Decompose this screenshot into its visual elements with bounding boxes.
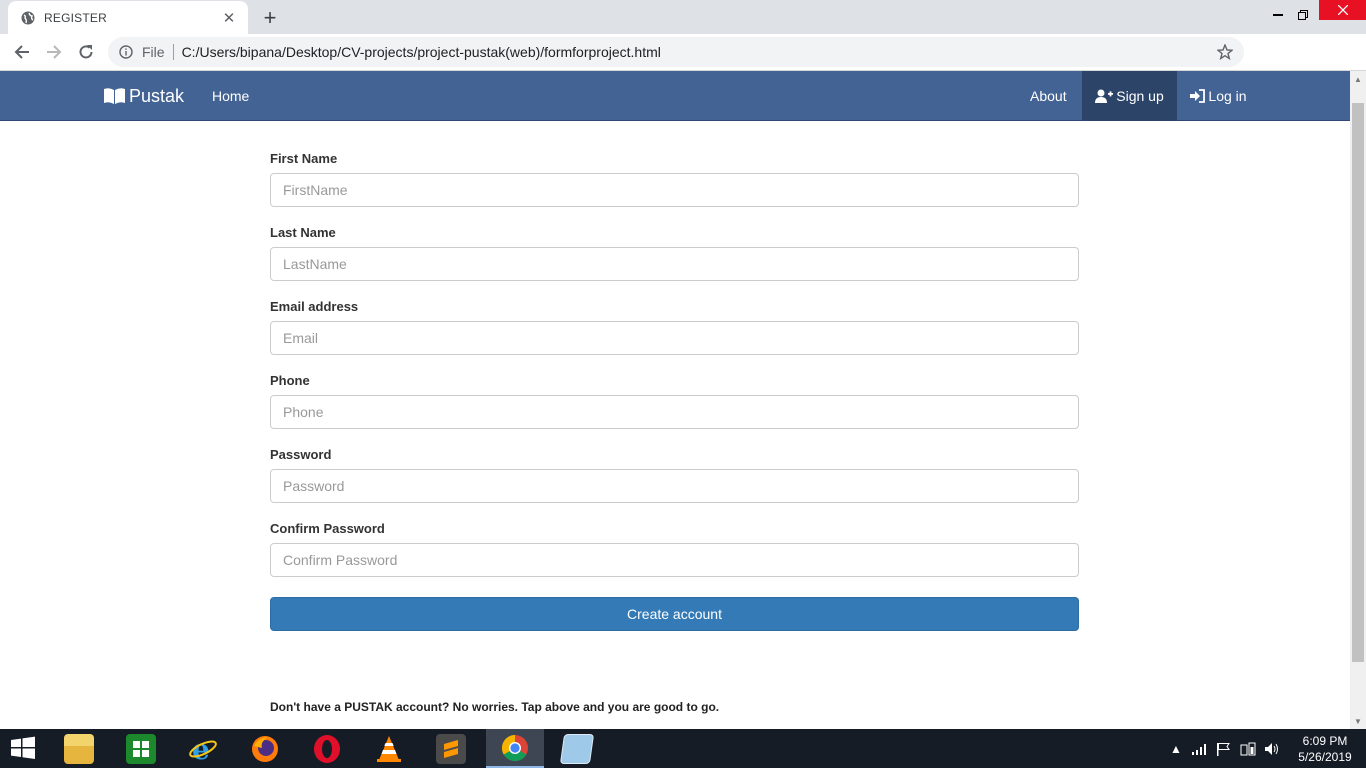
- address-separator: [172, 44, 174, 60]
- window-close-icon[interactable]: [1319, 0, 1366, 20]
- address-url[interactable]: C:/Users/bipana/Desktop/CV-projects/proj…: [182, 44, 661, 60]
- close-tab-icon[interactable]: ✕: [220, 9, 238, 27]
- sublime-text-icon[interactable]: [422, 729, 480, 768]
- page-viewport: Pustak Home About Sign up Log in First N…: [0, 71, 1350, 729]
- scroll-thumb[interactable]: [1352, 103, 1364, 662]
- browser-tab-strip: REGISTER ✕ +: [0, 0, 1366, 34]
- nav-login[interactable]: Log in: [1177, 71, 1260, 121]
- firefox-icon[interactable]: [236, 729, 294, 768]
- globe-icon: [20, 10, 36, 26]
- internet-explorer-icon[interactable]: e: [174, 729, 232, 768]
- confirm-password-label: Confirm Password: [270, 521, 385, 536]
- file-explorer-icon[interactable]: [50, 729, 108, 768]
- brand-name: Pustak: [129, 85, 185, 106]
- first-name-input[interactable]: [270, 173, 1079, 207]
- brand-link[interactable]: Pustak: [104, 71, 184, 121]
- last-name-input[interactable]: [270, 247, 1079, 281]
- password-label: Password: [270, 447, 332, 462]
- show-hidden-icons-icon[interactable]: ▲: [1170, 729, 1182, 768]
- network-signal-icon[interactable]: [1192, 729, 1208, 768]
- battery-icon[interactable]: [1240, 729, 1256, 768]
- confirm-password-group: Confirm Password: [270, 519, 1079, 593]
- site-navbar: Pustak Home About Sign up Log in: [0, 71, 1350, 121]
- volume-icon[interactable]: [1264, 729, 1280, 768]
- email-input[interactable]: [270, 321, 1079, 355]
- chrome-icon[interactable]: [486, 729, 544, 768]
- address-bar[interactable]: File C:/Users/bipana/Desktop/CV-projects…: [108, 37, 1244, 67]
- new-tab-icon[interactable]: +: [258, 5, 282, 30]
- info-icon[interactable]: [118, 44, 134, 60]
- first-name-group: First Name: [270, 149, 1079, 223]
- notepad-icon[interactable]: [548, 729, 606, 768]
- email-group: Email address: [270, 297, 1079, 371]
- phone-input[interactable]: [270, 395, 1079, 429]
- windows-start-icon[interactable]: [8, 735, 40, 763]
- page-scrollbar[interactable]: ▲ ▼: [1350, 71, 1366, 729]
- reload-icon[interactable]: [73, 39, 99, 65]
- phone-label: Phone: [270, 373, 310, 388]
- bookmark-star-icon[interactable]: [1216, 43, 1234, 61]
- phone-group: Phone: [270, 371, 1079, 445]
- password-group: Password: [270, 445, 1079, 519]
- confirm-password-input[interactable]: [270, 543, 1079, 577]
- signup-label: Sign up: [1116, 88, 1164, 104]
- nav-home[interactable]: Home: [212, 71, 249, 121]
- scroll-down-arrow-icon[interactable]: ▼: [1350, 713, 1366, 729]
- email-label: Email address: [270, 299, 359, 314]
- book-icon: [104, 88, 125, 104]
- create-account-button[interactable]: Create account: [270, 597, 1079, 631]
- login-icon: [1190, 89, 1206, 103]
- first-name-label: First Name: [270, 151, 338, 166]
- vlc-icon[interactable]: [360, 729, 418, 768]
- register-form: First Name Last Name Email address Phone…: [270, 149, 1079, 593]
- back-arrow-icon[interactable]: [9, 39, 35, 65]
- clock-date: 5/26/2019: [1298, 750, 1352, 764]
- clock-time: 6:09 PM: [1302, 734, 1348, 748]
- forward-arrow-icon[interactable]: [41, 39, 67, 65]
- nav-signup[interactable]: Sign up: [1082, 71, 1177, 121]
- nav-about[interactable]: About: [1030, 71, 1067, 121]
- password-input[interactable]: [270, 469, 1079, 503]
- browser-tab[interactable]: REGISTER ✕: [8, 1, 248, 34]
- action-center-flag-icon[interactable]: [1216, 729, 1230, 768]
- opera-icon[interactable]: [298, 729, 356, 768]
- browser-toolbar: File C:/Users/bipana/Desktop/CV-projects…: [0, 34, 1366, 96]
- user-plus-icon: [1095, 89, 1114, 103]
- last-name-label: Last Name: [270, 225, 336, 240]
- footer-note: Don't have a PUSTAK account? No worries.…: [270, 700, 720, 714]
- last-name-group: Last Name: [270, 223, 1079, 297]
- address-scheme: File: [142, 44, 165, 60]
- scroll-up-arrow-icon[interactable]: ▲: [1350, 71, 1366, 87]
- system-clock[interactable]: 6:09 PM 5/26/2019: [1290, 733, 1360, 765]
- tab-title: REGISTER: [44, 10, 107, 25]
- windows-taskbar: e ▲ 6:09 PM 5/26/2019: [0, 729, 1366, 768]
- store-icon[interactable]: [112, 729, 170, 768]
- login-label: Log in: [1208, 88, 1247, 104]
